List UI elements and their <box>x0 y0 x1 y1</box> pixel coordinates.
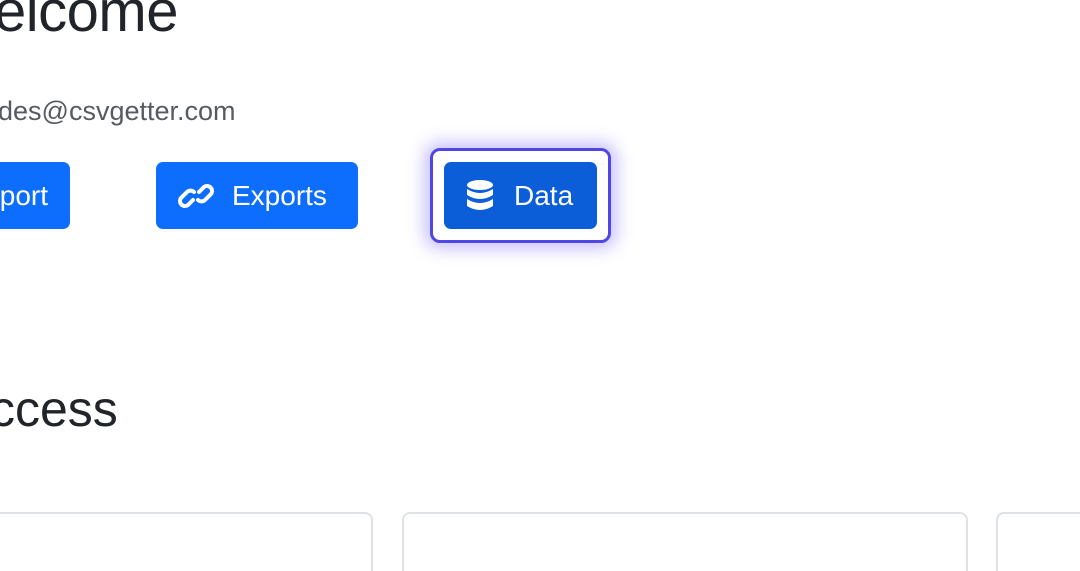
data-button[interactable]: Data <box>444 162 597 229</box>
import-button-label: port <box>0 179 48 211</box>
user-email: des@csvgetter.com <box>0 96 236 126</box>
data-button-label: Data <box>514 179 574 211</box>
exports-button-label: Exports <box>232 179 327 211</box>
exports-button[interactable]: Exports <box>156 162 358 229</box>
database-icon <box>466 179 494 212</box>
section-title: ccess <box>0 381 118 437</box>
access-card[interactable] <box>402 512 968 571</box>
link-icon <box>178 181 214 211</box>
access-card[interactable] <box>0 512 373 571</box>
page: elcome des@csvgetter.com port Exports Da… <box>0 0 1080 571</box>
import-button[interactable]: port <box>0 162 70 229</box>
access-card[interactable] <box>996 512 1080 571</box>
page-title: elcome <box>0 0 178 44</box>
